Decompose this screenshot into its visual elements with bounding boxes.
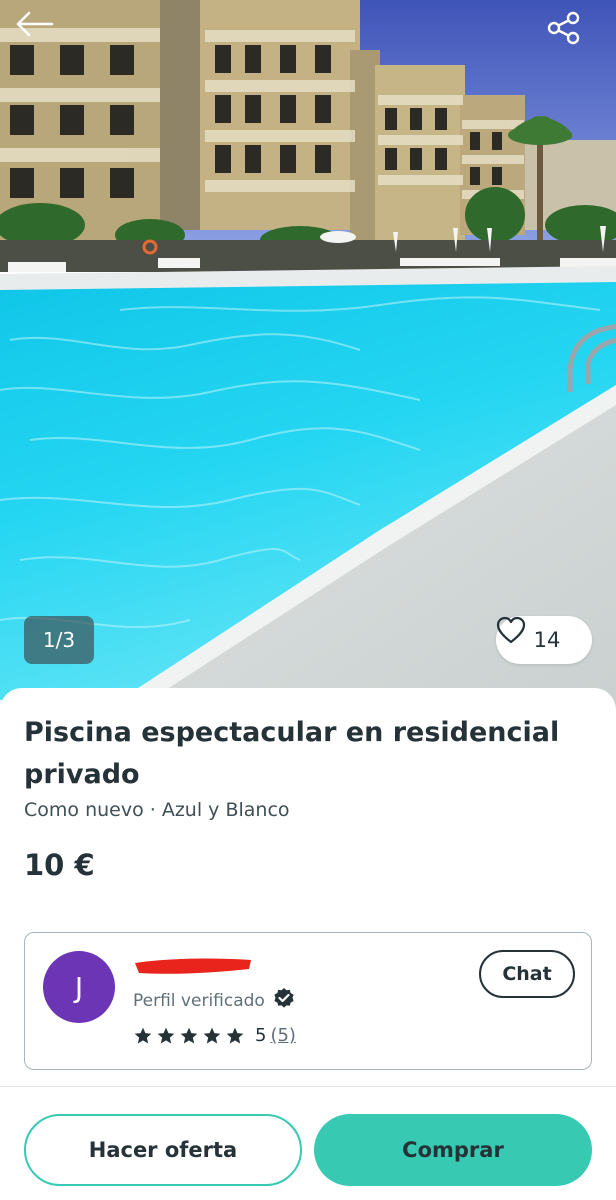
- divider: [0, 1086, 616, 1087]
- rating-count[interactable]: (5): [270, 1025, 296, 1046]
- star-icon: [203, 1027, 221, 1043]
- favorite-count: 14: [533, 628, 561, 652]
- share-button[interactable]: [546, 10, 602, 58]
- chat-button[interactable]: Chat: [479, 950, 575, 998]
- listing-title: Piscina espectacular en residencial priv…: [24, 717, 560, 790]
- pool-photo: [0, 0, 616, 720]
- listing-price: 10 €: [24, 848, 95, 882]
- favorite-button[interactable]: 14: [496, 616, 592, 664]
- star-icon: [157, 1027, 175, 1043]
- buy-button[interactable]: Comprar: [314, 1114, 592, 1186]
- listing-details: Piscina espectacular en residencial priv…: [0, 688, 616, 1200]
- make-offer-button[interactable]: Hacer oferta: [24, 1114, 302, 1186]
- verified-label: Perfil verificado: [133, 990, 265, 1011]
- avatar[interactable]: J: [43, 951, 115, 1023]
- product-photo[interactable]: 1/3 14: [0, 0, 616, 720]
- image-counter: 1/3: [24, 616, 94, 664]
- verified-badge-icon: [273, 987, 295, 1014]
- seller-rating[interactable]: 5 (5): [133, 1025, 296, 1046]
- rating-stars: [133, 1026, 245, 1046]
- verified-profile: Perfil verificado: [133, 987, 295, 1014]
- star-icon: [134, 1027, 152, 1043]
- back-button[interactable]: [14, 10, 70, 58]
- listing-condition: Como nuevo · Azul y Blanco: [24, 799, 290, 821]
- rating-score: 5: [255, 1025, 267, 1046]
- seller-card[interactable]: J Perfil verificado 5 (5) Chat: [24, 932, 592, 1070]
- star-icon: [226, 1027, 244, 1043]
- star-icon: [180, 1027, 198, 1043]
- redacted-seller-name: [133, 955, 253, 977]
